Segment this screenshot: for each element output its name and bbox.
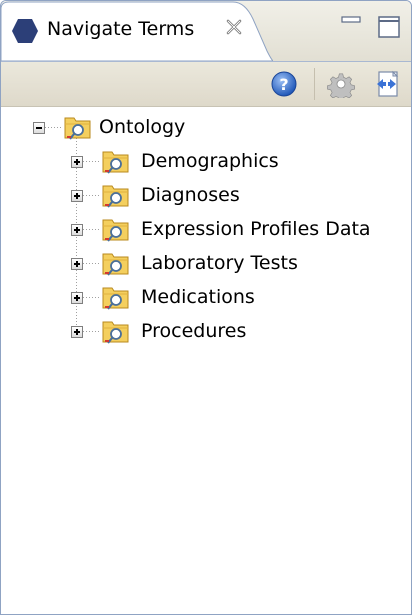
tree-node-label: Medications xyxy=(141,286,255,308)
tree-node-demographics[interactable]: Demographics xyxy=(69,146,389,176)
gear-icon[interactable] xyxy=(327,70,355,98)
folder-search-icon xyxy=(102,287,129,310)
navigate-terms-tab[interactable]: Navigate Terms xyxy=(1,1,273,61)
maximize-icon[interactable] xyxy=(377,15,401,39)
expand-icon[interactable] xyxy=(71,156,83,168)
minimize-icon[interactable] xyxy=(341,15,361,31)
tree-node-procedures[interactable]: Procedures xyxy=(69,316,389,346)
tree-node-diagnoses[interactable]: Diagnoses xyxy=(69,180,389,210)
tree-node-ontology[interactable]: Ontology xyxy=(31,112,231,142)
view-toolbar: ? xyxy=(1,61,411,107)
navigate-terms-view: Navigate Terms ? Ontology Demographics D… xyxy=(0,0,412,615)
expand-icon[interactable] xyxy=(71,292,83,304)
help-icon[interactable]: ? xyxy=(271,71,297,97)
tree-node-label: Ontology xyxy=(99,116,186,138)
folder-search-icon xyxy=(64,117,91,140)
tree-node-label: Procedures xyxy=(141,320,247,342)
tab-title: Navigate Terms xyxy=(47,18,195,40)
folder-search-icon xyxy=(102,219,129,242)
toolbar-separator xyxy=(314,68,315,100)
view-header: Navigate Terms xyxy=(1,1,411,61)
expand-icon[interactable] xyxy=(71,258,83,270)
tree-node-label: Diagnoses xyxy=(141,184,240,206)
svg-text:?: ? xyxy=(279,75,288,94)
link-editor-icon[interactable] xyxy=(373,70,401,98)
tree-node-laboratory-tests[interactable]: Laboratory Tests xyxy=(69,248,389,278)
hexagon-icon xyxy=(12,19,38,43)
folder-search-icon xyxy=(102,185,129,208)
tree-node-label: Expression Profiles Data xyxy=(141,218,371,240)
tree-node-label: Laboratory Tests xyxy=(141,252,298,274)
expand-icon[interactable] xyxy=(71,326,83,338)
tree-node-label: Demographics xyxy=(141,150,279,172)
expand-icon[interactable] xyxy=(71,224,83,236)
ontology-tree: Ontology Demographics Diagnoses Expressi… xyxy=(1,106,411,614)
collapse-icon[interactable] xyxy=(33,122,45,134)
folder-search-icon xyxy=(102,253,129,276)
expand-icon[interactable] xyxy=(71,190,83,202)
close-icon[interactable] xyxy=(223,16,245,38)
folder-search-icon xyxy=(102,151,129,174)
tree-node-medications[interactable]: Medications xyxy=(69,282,389,312)
tree-node-expression-profiles-data[interactable]: Expression Profiles Data xyxy=(69,214,409,244)
folder-search-icon xyxy=(102,321,129,344)
